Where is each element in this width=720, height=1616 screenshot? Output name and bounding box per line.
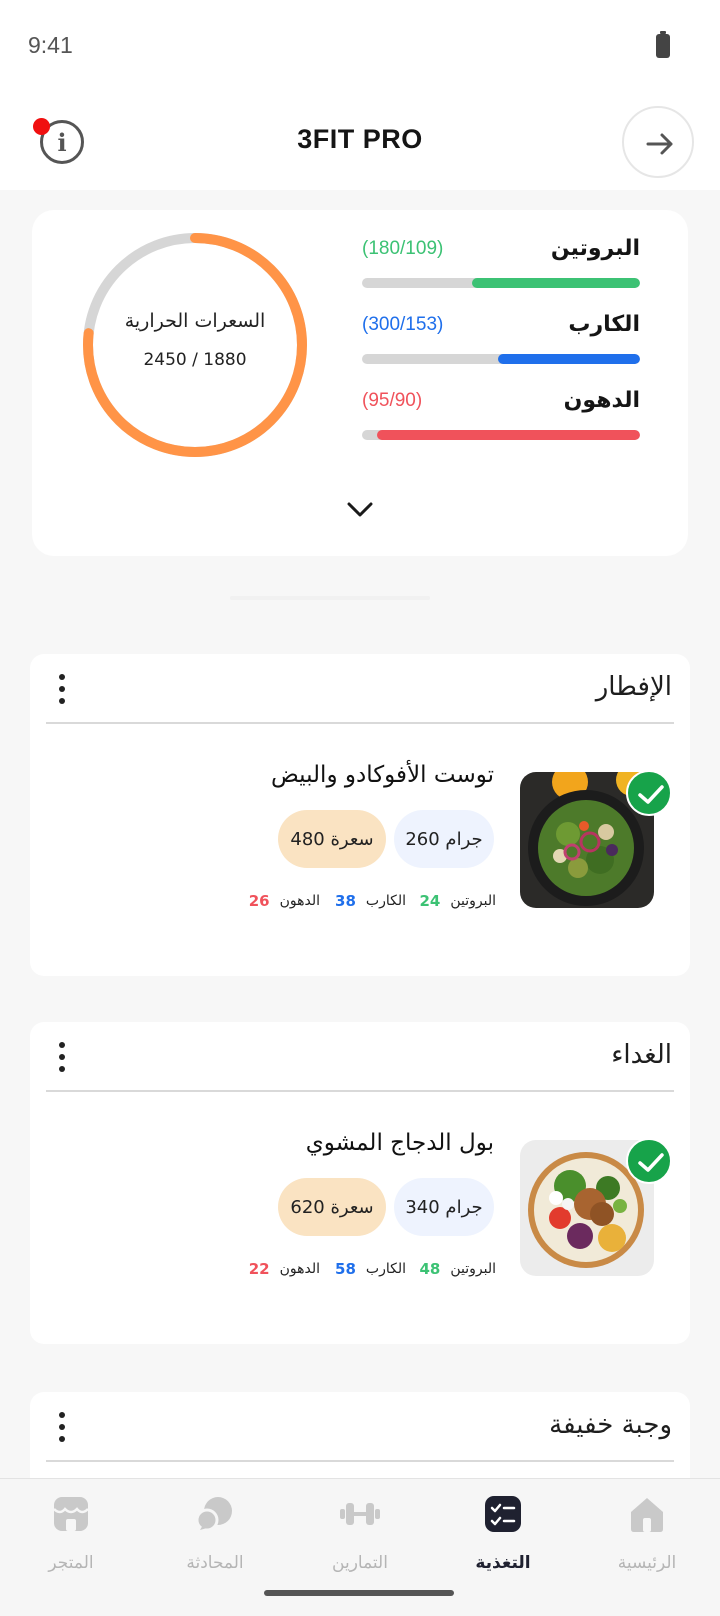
macro-bar-fill xyxy=(471,278,640,288)
fat-value: 26 xyxy=(248,892,270,910)
meal-divider xyxy=(46,722,674,724)
nav-item-store[interactable]: المتجر xyxy=(6,1493,136,1593)
meal-title: الإفطار xyxy=(595,672,672,702)
calories-pill: 480 سعرة xyxy=(278,810,386,868)
carb-label: الكارب xyxy=(365,893,406,909)
expand-summary-button[interactable] xyxy=(342,498,378,522)
carb-value: 58 xyxy=(335,1260,356,1278)
nav-label: التمارين xyxy=(332,1553,388,1573)
forward-button[interactable] xyxy=(622,106,694,178)
meal-divider xyxy=(46,1090,674,1092)
protein-label: البروتين xyxy=(450,893,496,909)
meal-divider xyxy=(46,1460,674,1462)
nav-item-workouts[interactable]: التمارين xyxy=(295,1493,425,1593)
nutrition-summary-card: السعرات الحرارية 2450 / 1880 البروتين (1… xyxy=(32,210,688,556)
more-options-icon[interactable] xyxy=(56,674,68,708)
fat-value: 22 xyxy=(248,1260,270,1278)
home-icon xyxy=(631,1498,663,1532)
macro-bar xyxy=(362,278,640,288)
macro-ratio: (180/109) xyxy=(362,238,444,259)
more-options-icon[interactable] xyxy=(56,1042,68,1076)
protein-value: 48 xyxy=(419,1260,441,1278)
completed-check-icon[interactable] xyxy=(626,1138,672,1184)
macro-name: الكارب xyxy=(568,312,640,337)
meal-carb: الكارب 38 xyxy=(335,892,406,910)
app-title: 3FIT PRO xyxy=(297,124,423,154)
battery-icon xyxy=(656,31,670,58)
meal-card-lunch: الغداء بول الدجاج المشوي 340 جرام 620 سع… xyxy=(30,1022,690,1344)
nav-label: التغذية xyxy=(475,1553,531,1573)
nav-label: الرئيسية xyxy=(617,1553,677,1573)
macro-name: الدهون xyxy=(563,388,640,413)
divider xyxy=(230,596,430,600)
app-header: i 3FIT PRO xyxy=(0,96,720,190)
home-indicator xyxy=(264,1590,454,1596)
nav-label: المحادثة xyxy=(186,1553,244,1573)
macro-bar xyxy=(362,354,640,364)
nav-item-home[interactable]: الرئيسية xyxy=(582,1493,712,1593)
grams-pill: 340 جرام xyxy=(394,1178,494,1236)
meal-fat: الدهون 22 xyxy=(249,1260,320,1278)
meal-fat: الدهون 26 xyxy=(249,892,320,910)
meal-card-snack: وجبة خفيفة xyxy=(30,1392,690,1492)
nav-item-nutrition[interactable]: التغذية xyxy=(438,1493,568,1593)
protein-label: البروتين xyxy=(450,1261,496,1277)
protein-value: 24 xyxy=(419,892,441,910)
carb-value: 38 xyxy=(335,892,356,910)
carb-label: الكارب xyxy=(365,1261,406,1277)
arrow-right-icon xyxy=(646,133,673,155)
fat-label: الدهون xyxy=(279,893,320,909)
macro-fat: الدهون (95/90) xyxy=(362,388,640,446)
dumbbell-icon xyxy=(340,1503,380,1525)
status-bar: 9:41 xyxy=(0,0,720,96)
calories-value: 2450 / 1880 xyxy=(143,350,247,370)
food-name: توست الأفوكادو والبيض xyxy=(270,762,494,788)
status-time: 9:41 xyxy=(28,32,73,58)
meal-title: وجبة خفيفة xyxy=(549,1410,672,1440)
macro-ratio: (95/90) xyxy=(362,390,423,411)
meal-title: الغداء xyxy=(611,1040,672,1070)
grams-pill: 260 جرام xyxy=(394,810,494,868)
meal-carb: الكارب 58 xyxy=(335,1260,406,1278)
meal-protein: البروتين 48 xyxy=(419,1260,496,1278)
store-icon xyxy=(53,1497,89,1531)
chevron-down-icon xyxy=(347,502,373,517)
meal-card-breakfast: الإفطار توست الأفوكادو والبيض 260 جرام 4… xyxy=(30,654,690,976)
macro-bar xyxy=(362,430,640,440)
completed-check-icon[interactable] xyxy=(626,770,672,816)
food-name: بول الدجاج المشوي xyxy=(305,1130,494,1156)
nav-label: المتجر xyxy=(48,1553,94,1573)
chat-icon xyxy=(195,1497,232,1532)
calorie-ring xyxy=(83,233,307,457)
fat-label: الدهون xyxy=(279,1261,320,1277)
macro-bar-fill xyxy=(498,354,640,364)
nutrition-icon xyxy=(485,1496,521,1532)
macro-protein: البروتين (180/109) xyxy=(362,236,640,294)
macro-bar-fill xyxy=(376,430,640,440)
macro-name: البروتين xyxy=(550,236,640,261)
macro-carb: الكارب (300/153) xyxy=(362,312,640,370)
meal-protein: البروتين 24 xyxy=(419,892,496,910)
calories-label: السعرات الحرارية xyxy=(124,310,266,332)
macro-ratio: (300/153) xyxy=(362,314,444,335)
calories-pill: 620 سعرة xyxy=(278,1178,386,1236)
nav-item-chat[interactable]: المحادثة xyxy=(150,1493,280,1593)
meal-macros: البروتين 48 الكارب 58 الدهون 22 xyxy=(240,1260,496,1284)
more-options-icon[interactable] xyxy=(56,1412,68,1446)
meal-macros: البروتين 24 الكارب 38 الدهون 26 xyxy=(240,892,496,916)
